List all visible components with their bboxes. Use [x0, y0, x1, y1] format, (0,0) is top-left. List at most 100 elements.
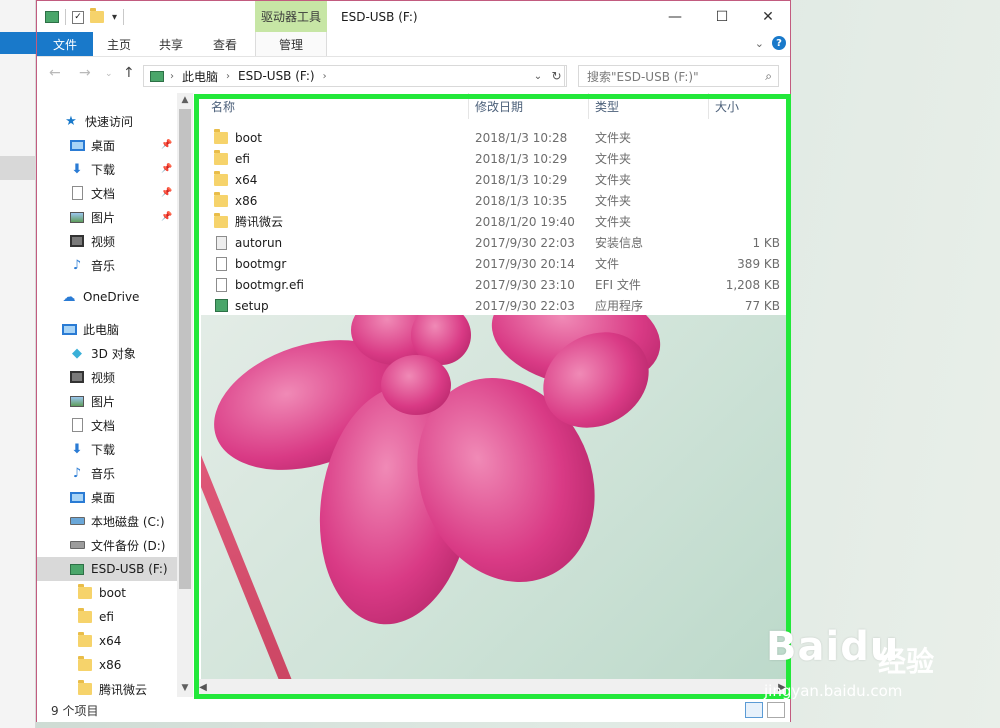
address-dropdown-chevron-icon[interactable]: ⌄	[531, 65, 545, 87]
sidebar-scrollbar[interactable]: ▲ ▼	[177, 93, 193, 697]
minimize-button[interactable]: —	[652, 1, 698, 32]
tab-manage[interactable]: 管理	[255, 32, 327, 56]
music-note-icon: ♪	[72, 465, 82, 481]
sidebar-item-desktop[interactable]: 桌面 📌	[37, 133, 177, 157]
search-input[interactable]: 搜索"ESD-USB (F:)" ⌕	[578, 65, 779, 87]
file-row[interactable]: boot 2018/1/3 10:28 文件夹	[195, 127, 790, 148]
breadcrumb-separator-icon: ›	[322, 70, 327, 82]
recent-locations-chevron-icon[interactable]: ⌄	[105, 69, 113, 79]
pin-icon[interactable]: 📌	[161, 188, 172, 198]
sidebar-item-label: 文档	[91, 186, 116, 201]
file-name-cell: bootmgr.efi	[213, 274, 304, 295]
column-header-size[interactable]: 大小	[709, 93, 789, 119]
tab-share[interactable]: 共享	[145, 32, 197, 56]
forward-arrow-icon[interactable]: →	[79, 65, 91, 81]
sidebar-item-label: 音乐	[91, 466, 116, 481]
up-arrow-icon[interactable]: ↑	[123, 65, 135, 81]
checkbox-icon[interactable]: ✓	[72, 10, 84, 24]
column-header-name[interactable]: 名称	[205, 93, 469, 119]
sidebar-item-backup-d[interactable]: 文件备份 (D:)	[37, 533, 177, 557]
sidebar-item-label: 视频	[91, 370, 116, 385]
file-row[interactable]: x86 2018/1/3 10:35 文件夹	[195, 190, 790, 211]
sidebar-item-pc-pictures[interactable]: 图片	[37, 389, 177, 413]
breadcrumb-esd-usb[interactable]: ESD-USB (F:)	[238, 69, 315, 83]
pin-icon[interactable]: 📌	[161, 212, 172, 222]
sidebar-item-documents[interactable]: 文档 📌	[37, 181, 177, 205]
maximize-button[interactable]: ☐	[699, 1, 745, 32]
file-row[interactable]: bootmgr.efi 2017/9/30 23:10 EFI 文件 1,208 KB	[195, 274, 790, 295]
refresh-button[interactable]: ↻	[547, 65, 567, 87]
background-window	[0, 0, 36, 728]
customize-toolbar-chevron-icon[interactable]: ▾	[112, 12, 117, 23]
column-headers: 名称 修改日期 类型 大小	[195, 93, 790, 119]
sidebar-item-pictures[interactable]: 图片 📌	[37, 205, 177, 229]
sidebar-item-label: OneDrive	[83, 290, 140, 304]
file-size: 1,208 KB	[725, 277, 780, 292]
sidebar-item-esd-usb[interactable]: ESD-USB (F:)	[37, 557, 177, 581]
sidebar-item-local-disk-c[interactable]: 本地磁盘 (C:)	[37, 509, 177, 533]
breadcrumb-this-pc[interactable]: 此电脑	[182, 68, 218, 85]
help-icon[interactable]: ?	[772, 36, 786, 50]
file-type: 应用程序	[595, 299, 644, 313]
pin-icon[interactable]: 📌	[161, 164, 172, 174]
scroll-up-icon[interactable]: ▲	[177, 95, 193, 105]
pin-icon[interactable]: 📌	[161, 140, 172, 150]
sidebar-item-pc-downloads[interactable]: ⬇ 下载	[37, 437, 177, 461]
column-header-date[interactable]: 修改日期	[469, 93, 589, 119]
sidebar-item-boot[interactable]: boot	[37, 581, 177, 605]
sidebar-item-pc-documents[interactable]: 文档	[37, 413, 177, 437]
sidebar-item-label: 快速访问	[85, 114, 134, 129]
tab-file[interactable]: 文件	[37, 32, 93, 56]
sidebar-item-x86[interactable]: x86	[37, 653, 177, 677]
expand-ribbon-chevron-icon[interactable]: ⌄	[755, 37, 764, 50]
scroll-down-icon[interactable]: ▼	[177, 683, 193, 693]
folder-icon	[77, 680, 93, 697]
watermark-url: jingyan.baidu.com	[764, 682, 903, 700]
sidebar-item-label: 图片	[91, 394, 116, 409]
folder-icon	[213, 128, 229, 144]
sidebar-item-label: 腾讯微云	[99, 682, 148, 697]
address-field[interactable]: › 此电脑 › ESD-USB (F:) ›	[143, 65, 565, 87]
sidebar-item-music[interactable]: ♪ 音乐	[37, 253, 177, 277]
close-button[interactable]: ✕	[745, 1, 791, 32]
file-row[interactable]: x64 2018/1/3 10:29 文件夹	[195, 169, 790, 190]
sidebar-item-label: boot	[99, 586, 127, 600]
scroll-left-icon[interactable]: ◀	[195, 679, 211, 695]
sidebar-item-onedrive[interactable]: ☁ OneDrive	[37, 285, 177, 309]
flower-bud	[381, 355, 451, 415]
file-name-cell: x86	[213, 190, 257, 211]
computer-icon	[61, 321, 77, 337]
sidebar-item-this-pc[interactable]: 此电脑	[37, 317, 177, 341]
drive-properties-icon[interactable]	[45, 11, 59, 23]
file-name-cell: setup	[213, 295, 269, 316]
file-row[interactable]: 腾讯微云 2018/1/20 19:40 文件夹	[195, 211, 790, 232]
tab-home[interactable]: 主页	[93, 32, 145, 56]
sidebar-item-pc-videos[interactable]: 视频	[37, 365, 177, 389]
sidebar-item-pc-music[interactable]: ♪ 音乐	[37, 461, 177, 485]
file-row[interactable]: bootmgr 2017/9/30 20:14 文件 389 KB	[195, 253, 790, 274]
drive-icon	[150, 70, 164, 82]
file-row[interactable]: efi 2018/1/3 10:29 文件夹	[195, 148, 790, 169]
sidebar-scroll-thumb[interactable]	[179, 109, 191, 589]
sidebar-item-tencent-cloud[interactable]: 腾讯微云	[37, 677, 177, 697]
tab-view[interactable]: 查看	[197, 32, 253, 56]
column-header-type[interactable]: 类型	[589, 93, 709, 119]
file-row[interactable]: autorun 2017/9/30 22:03 安装信息 1 KB	[195, 232, 790, 253]
wallpaper-flower-image	[201, 315, 787, 687]
sidebar-item-quick-access[interactable]: ★ 快速访问	[37, 109, 177, 133]
new-folder-icon[interactable]	[90, 8, 104, 23]
sidebar-item-efi[interactable]: efi	[37, 605, 177, 629]
cube-icon: ◆	[72, 345, 82, 361]
file-row[interactable]: setup 2017/9/30 22:03 应用程序 77 KB	[195, 295, 790, 316]
sidebar-item-label: 音乐	[91, 258, 116, 273]
back-arrow-icon[interactable]: ←	[49, 65, 61, 81]
sidebar-item-pc-desktop[interactable]: 桌面	[37, 485, 177, 509]
sidebar-item-x64[interactable]: x64	[37, 629, 177, 653]
video-icon	[69, 233, 85, 249]
file-name-cell: boot	[213, 127, 262, 148]
sidebar-item-videos[interactable]: 视频	[37, 229, 177, 253]
picture-icon	[69, 393, 85, 409]
sidebar-item-3d-objects[interactable]: ◆ 3D 对象	[37, 341, 177, 365]
sidebar-item-downloads[interactable]: ⬇ 下载 📌	[37, 157, 177, 181]
horizontal-scrollbar[interactable]: ◀ ▶	[195, 679, 790, 695]
